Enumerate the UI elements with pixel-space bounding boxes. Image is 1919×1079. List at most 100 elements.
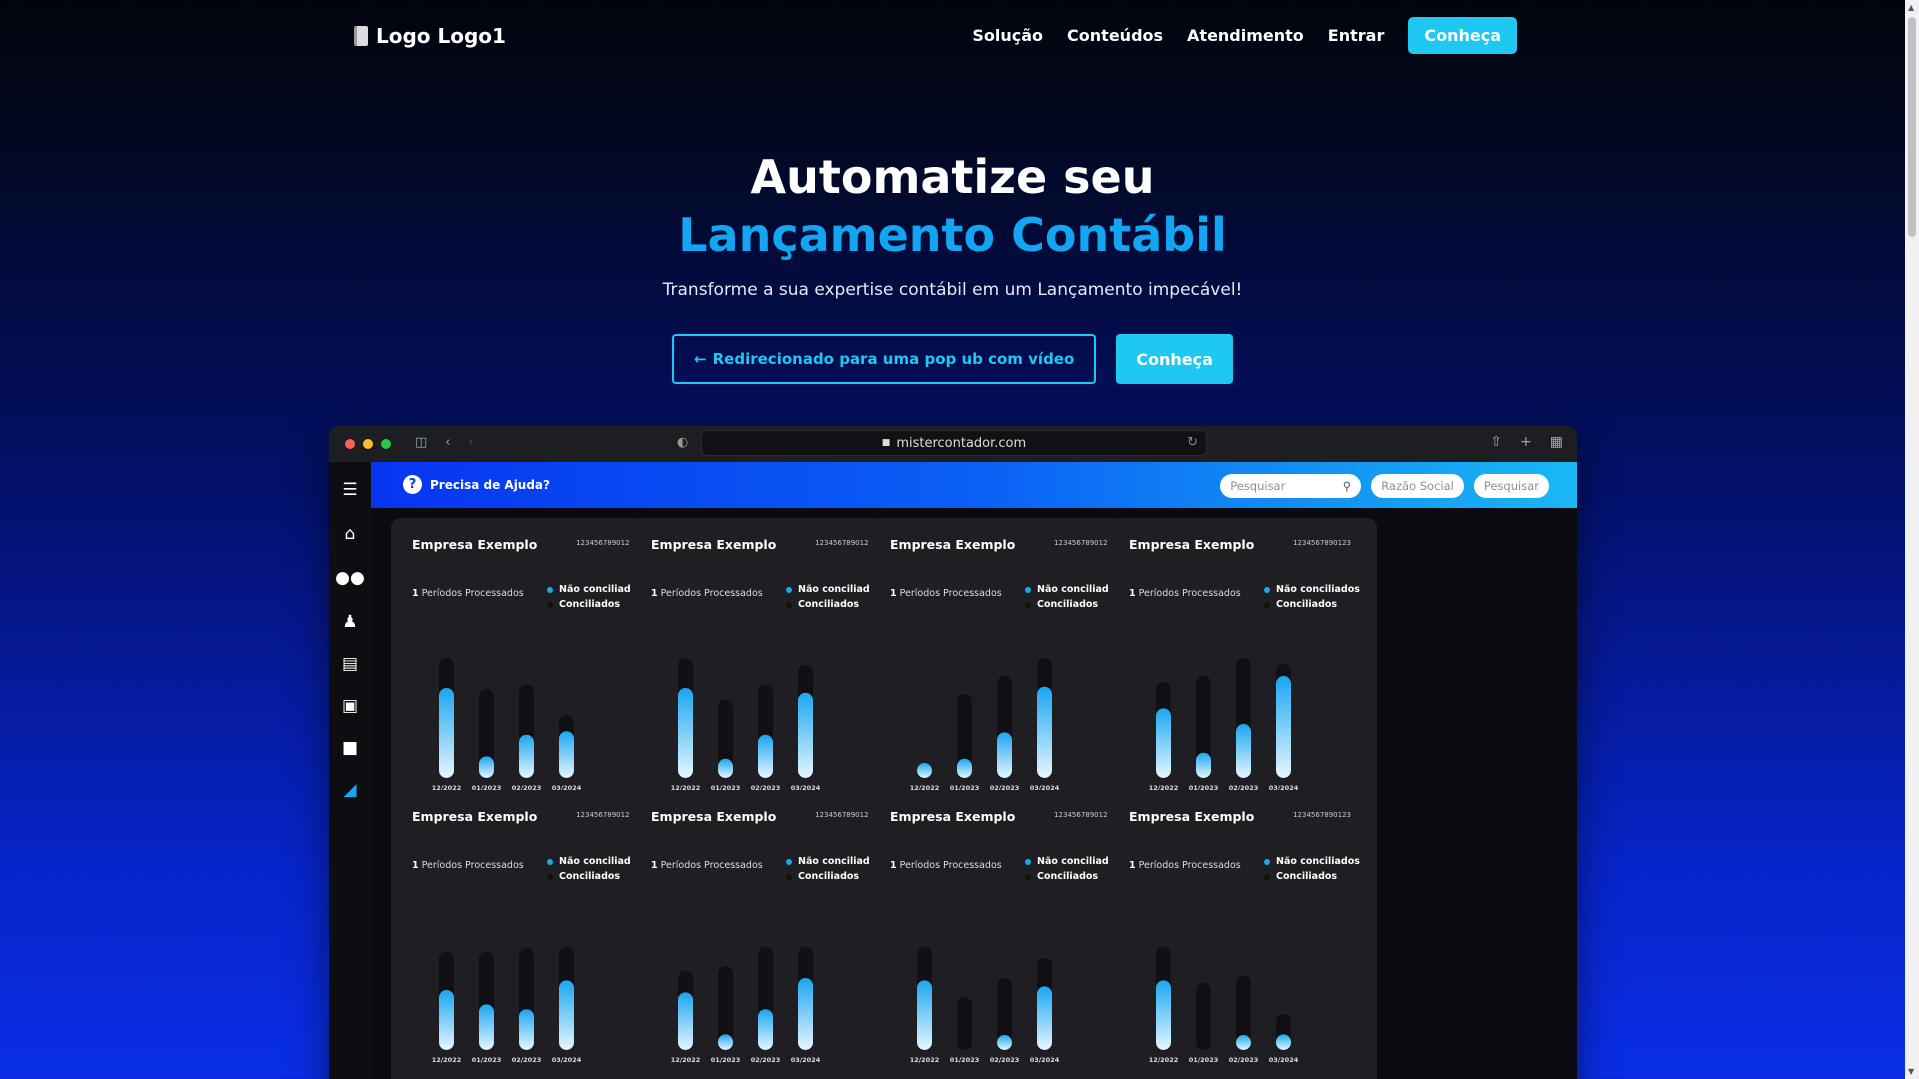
bar-track [1196, 982, 1211, 1050]
processed-label: Períodos Processados [660, 860, 763, 871]
processed-count: 1 [412, 588, 419, 599]
chart-bar [997, 732, 1012, 778]
x-tick-label: 12/2022 [671, 1056, 701, 1064]
x-tick-label: 03/2024 [552, 1056, 582, 1064]
x-tick-label: 02/2023 [990, 1056, 1020, 1064]
processed-label: Períodos Processados [421, 860, 524, 871]
x-tick-label: 12/2022 [910, 1056, 940, 1064]
legend-item-reconciled: Conciliados [547, 869, 643, 884]
legend-item-reconciled: Conciliados [1264, 597, 1360, 612]
legend-item-reconciled: Conciliados [786, 869, 882, 884]
legend-item-unreconciled: Não conciliados [786, 582, 882, 597]
search-input[interactable]: Pesquisar ⚲ [1220, 474, 1362, 498]
bar-chart: 12/2022 01/2023 02/2023 03/2024 [432, 946, 582, 1064]
chart-bar [519, 1009, 534, 1050]
legend-dot-unreconciled [786, 586, 792, 593]
browser-nav-icons: ◫ ‹ › [415, 435, 474, 450]
chart-bar [1156, 980, 1171, 1050]
nav-links: Solução Conteúdos Atendimento Entrar Con… [972, 17, 1517, 54]
x-tick-label: 02/2023 [751, 1056, 781, 1064]
scroll-up-icon[interactable]: ▲ [1908, 3, 1914, 12]
company-card[interactable]: Empresa Exemplo 1234567890123 1 Períodos… [630, 790, 899, 1079]
company-id: 1234567890123 [1054, 539, 1112, 547]
chart-bar [439, 990, 454, 1050]
help-link[interactable]: ? Precisa de Ajuda? [403, 475, 550, 494]
company-id: 1234567890123 [576, 811, 634, 819]
page-scrollbar[interactable]: ▲ ▼ [1905, 0, 1919, 1079]
legend-item-unreconciled: Não conciliados [786, 854, 882, 869]
chart-legend: Não conciliados Conciliados [786, 582, 882, 612]
legend-dot-unreconciled [547, 586, 553, 593]
question-icon: ? [403, 475, 422, 494]
razao-social-filter[interactable]: Razão Social [1371, 474, 1464, 498]
x-tick-label: 01/2023 [711, 1056, 741, 1064]
document-icon [354, 26, 368, 46]
window-controls [345, 439, 391, 449]
users-icon: ●● [335, 568, 365, 588]
hero-cta-button[interactable]: Conheça [1116, 334, 1233, 384]
company-card[interactable]: Empresa Exemplo 1234567890123 1 Períodos… [391, 518, 660, 834]
video-button[interactable]: ← Redirecionado para uma pop ub com víde… [672, 334, 1097, 384]
chart-legend: Não conciliados Conciliados [786, 854, 882, 884]
legend-label-reconciled: Conciliados [559, 599, 621, 610]
lock-icon: ■ [341, 738, 359, 758]
site-logo[interactable]: Logo Logo1 [354, 24, 506, 48]
legend-item-unreconciled: Não conciliados [1025, 854, 1121, 869]
sidebar-toggle-icon: ◫ [415, 435, 428, 450]
shield-icon: ◐ [677, 435, 689, 450]
chart-bar [758, 734, 773, 778]
search-button[interactable]: Pesquisar [1473, 474, 1549, 498]
chart-bar [1156, 708, 1171, 778]
legend-label-reconciled: Conciliados [1037, 599, 1099, 610]
tabs-overview-icon: ▦ [1549, 434, 1563, 450]
company-card[interactable]: Empresa Exemplo 1234567890123 1 Períodos… [630, 518, 899, 834]
chart-bar [678, 688, 693, 778]
legend-dot-unreconciled [547, 858, 553, 865]
menu-icon: ☰ [342, 480, 358, 500]
company-card[interactable]: Empresa Exemplo 1234567890123 1 Períodos… [1108, 790, 1377, 1079]
bar-chart: 12/2022 01/2023 02/2023 03/2024 [432, 658, 582, 792]
scroll-down-icon[interactable]: ▼ [1908, 1067, 1914, 1076]
legend-item-unreconciled: Não conciliados [547, 854, 643, 869]
scrollbar-thumb[interactable] [1908, 17, 1916, 237]
company-id: 1234567890123 [815, 539, 873, 547]
company-card[interactable]: Empresa Exemplo 1234567890123 1 Períodos… [869, 518, 1138, 834]
app-screen: ☰ ⌂ ●● ♟ ▤ ▣ ■ ◢ ? Precisa de Ajuda? Pes… [329, 462, 1577, 1079]
minimize-dot-icon [363, 439, 373, 449]
chart-legend: Não conciliados Conciliados [1025, 854, 1121, 884]
processed-count: 1 [890, 588, 897, 599]
legend-label-reconciled: Conciliados [1276, 871, 1338, 882]
bar-chart: 12/2022 01/2023 02/2023 03/2024 [910, 946, 1060, 1064]
x-tick-label: 03/2024 [1269, 1056, 1299, 1064]
processed-label: Períodos Processados [899, 860, 1002, 871]
nav-link-entrar[interactable]: Entrar [1328, 26, 1385, 45]
chart-bar [678, 992, 693, 1050]
company-name: Empresa Exemplo [651, 809, 777, 824]
topbar-filters: Pesquisar ⚲ Razão Social Pesquisar [1220, 474, 1549, 498]
company-card[interactable]: Empresa Exemplo 1234567890123 1 Períodos… [869, 790, 1138, 1079]
company-card[interactable]: Empresa Exemplo 1234567890123 1 Períodos… [391, 790, 660, 1079]
processed-count: 1 [651, 588, 658, 599]
nav-link-solucao[interactable]: Solução [972, 26, 1043, 45]
legend-dot-reconciled [547, 873, 553, 880]
nav-link-atendimento[interactable]: Atendimento [1187, 26, 1304, 45]
logo-text: Logo Logo1 [376, 24, 506, 48]
legend-item-unreconciled: Não conciliados [1264, 582, 1360, 597]
processed-periods: 1 Períodos Processados [651, 588, 763, 599]
x-tick-label: 02/2023 [512, 1056, 542, 1064]
nav-cta-button[interactable]: Conheça [1408, 17, 1517, 54]
chart-bar [718, 758, 733, 778]
company-card[interactable]: Empresa Exemplo 1234567890123 1 Períodos… [1108, 518, 1377, 834]
chart-bar [559, 980, 574, 1050]
processed-count: 1 [412, 860, 419, 871]
processed-count: 1 [1129, 860, 1136, 871]
search-placeholder: Pesquisar [1230, 479, 1286, 493]
company-id: 1234567890123 [815, 811, 873, 819]
browser-titlebar: ◫ ‹ › ◐ ■ mistercontador.com ↻ ⇧ + ▦ [329, 426, 1577, 462]
chart-legend: Não conciliados Conciliados [1025, 582, 1121, 612]
legend-dot-unreconciled [786, 858, 792, 865]
browser-actions: ⇧ + ▦ [1490, 434, 1563, 450]
processed-count: 1 [1129, 588, 1136, 599]
lock-icon: ■ [881, 438, 891, 448]
nav-link-conteudos[interactable]: Conteúdos [1067, 26, 1163, 45]
